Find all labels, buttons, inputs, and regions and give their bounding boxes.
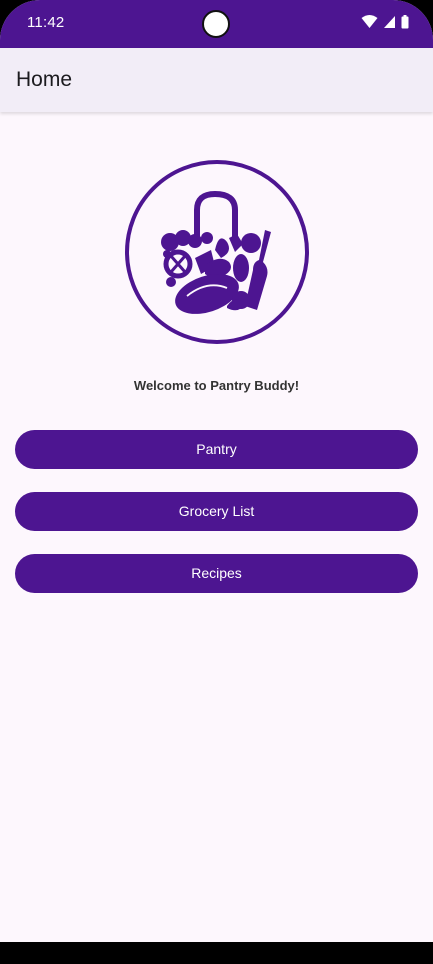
pantry-button[interactable]: Pantry <box>15 430 418 469</box>
system-navigation-bar <box>0 942 433 964</box>
status-bar: 11:42 <box>0 0 433 48</box>
battery-icon <box>401 15 409 29</box>
grocery-bag-logo <box>123 158 311 346</box>
page-title: Home <box>16 68 73 91</box>
signal-icon <box>383 15 396 29</box>
top-app-bar: Home <box>0 48 433 112</box>
camera-cutout <box>202 10 230 38</box>
welcome-text: Welcome to Pantry Buddy! <box>133 378 300 393</box>
wifi-icon <box>361 15 378 29</box>
status-time: 11:42 <box>27 14 65 31</box>
grocery-list-button[interactable]: Grocery List <box>15 492 418 531</box>
recipes-button[interactable]: Recipes <box>15 554 418 593</box>
phone-screen: 11:42 Home Welcome to Pantry Buddy! Pant… <box>0 0 433 964</box>
status-icons <box>361 15 409 29</box>
